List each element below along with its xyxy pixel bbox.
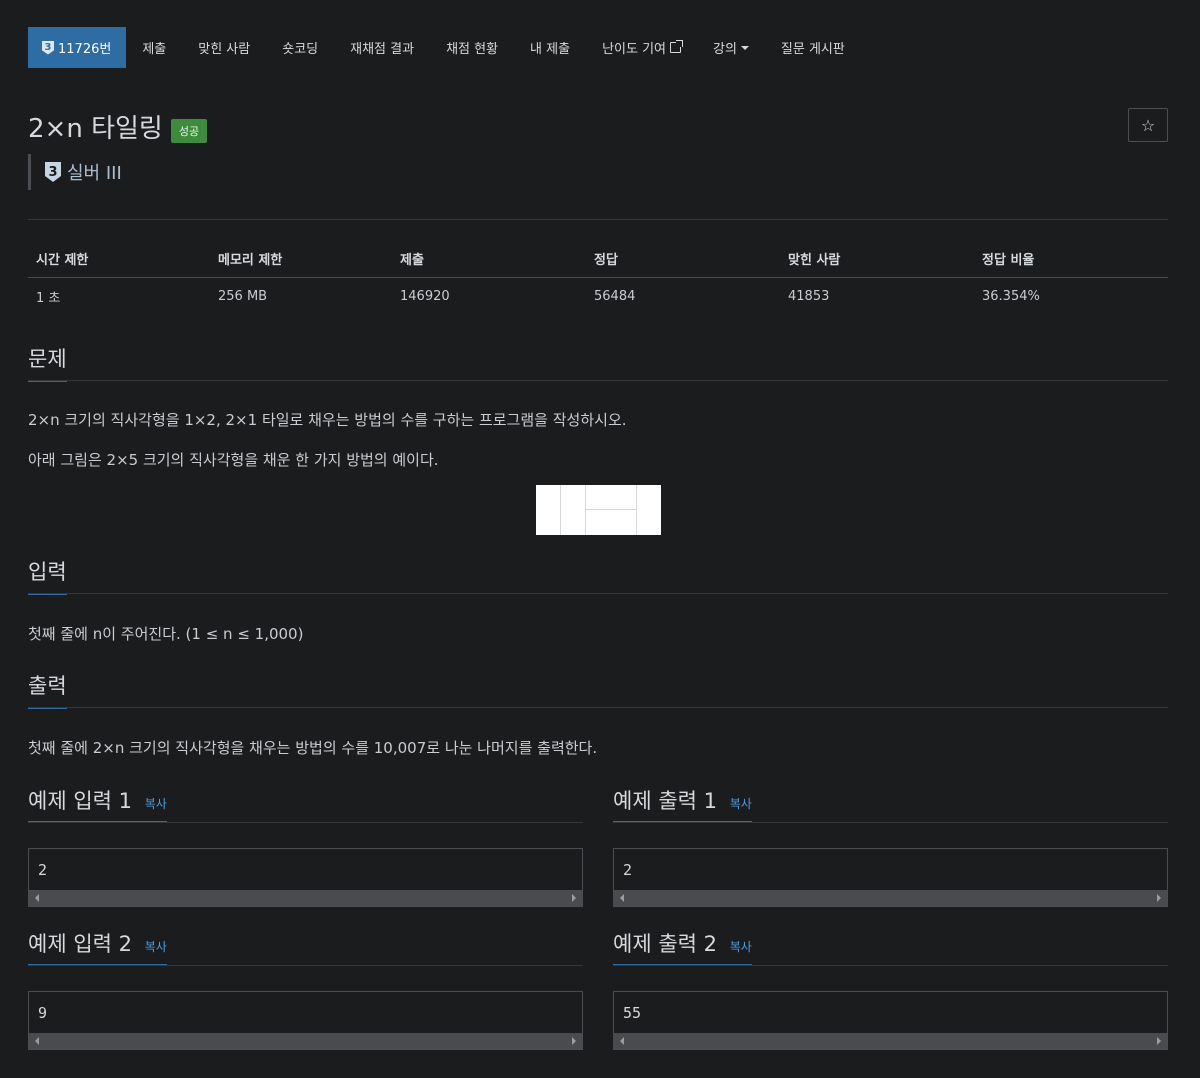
section-title: 문제 <box>28 343 67 382</box>
sample-value: 9 <box>38 1004 48 1022</box>
divider <box>613 965 1168 966</box>
sample-title-text: 예제 출력 1 <box>613 789 717 813</box>
problem-tier: 3 실버 III <box>28 154 122 190</box>
table-header: 정답 비율 <box>974 240 1168 278</box>
nav-solved-users[interactable]: 맞힌 사람 <box>182 27 266 68</box>
nav-problem-number-label: 11726번 <box>58 42 112 57</box>
input-description: 첫째 줄에 n이 주어진다. (1 ≤ n ≤ 1,000) <box>28 625 304 643</box>
sample-input-2-box[interactable]: 9 <box>28 991 583 1050</box>
nav-my-submissions[interactable]: 내 제출 <box>514 27 586 68</box>
sample-input-1-header: 예제 입력 1 복사 <box>28 785 583 823</box>
section-title: 출력 <box>28 670 67 709</box>
table-header: 제출 <box>392 240 586 278</box>
arrow-left-icon[interactable] <box>620 894 624 902</box>
copy-button[interactable]: 복사 <box>730 940 752 954</box>
nav-difficulty-contribution[interactable]: 난이도 기여 <box>586 27 697 68</box>
arrow-right-icon[interactable] <box>572 1037 576 1045</box>
arrow-right-icon[interactable] <box>572 894 576 902</box>
nav-rejudge-results[interactable]: 재채점 결과 <box>334 27 430 68</box>
copy-button[interactable]: 복사 <box>145 940 167 954</box>
table-cell: 36.354% <box>982 289 1040 304</box>
sample-output-2-box[interactable]: 55 <box>613 991 1168 1050</box>
arrow-left-icon[interactable] <box>35 1037 39 1045</box>
table-cell: 146920 <box>400 289 450 304</box>
nav-problem-number[interactable]: 3 11726번 <box>28 27 127 68</box>
tier-label[interactable]: 실버 III <box>67 159 122 185</box>
sample-title: 예제 출력 2 복사 <box>613 928 752 966</box>
divider <box>613 822 1168 823</box>
table-cell: 41853 <box>788 289 830 304</box>
arrow-left-icon[interactable] <box>35 894 39 902</box>
sample-title-text: 예제 입력 1 <box>28 789 132 813</box>
arrow-left-icon[interactable] <box>620 1037 624 1045</box>
silver-tier-icon: 3 <box>45 162 61 182</box>
table-header-row: 시간 제한 메모리 제한 제출 정답 맞힌 사람 정답 비율 <box>28 240 1168 278</box>
nav-difficulty-label: 난이도 기여 <box>602 42 666 57</box>
problem-description: 2×n 크기의 직사각형을 1×2, 2×1 타일로 채우는 방법의 수를 구하… <box>28 411 627 429</box>
caret-down-icon <box>740 45 749 50</box>
copy-button[interactable]: 복사 <box>730 797 752 811</box>
divider <box>28 707 1168 708</box>
table-cell: 1 초 <box>36 291 61 306</box>
problem-description: 아래 그림은 2×5 크기의 직사각형을 채운 한 가지 방법의 예이다. <box>28 451 439 469</box>
sample-title: 예제 출력 1 복사 <box>613 785 752 823</box>
sample-output-1-box[interactable]: 2 <box>613 848 1168 907</box>
problem-section-header: 문제 <box>28 343 1168 382</box>
silver-tier-icon: 3 <box>42 40 54 55</box>
favorite-star-button[interactable]: ☆ <box>1128 108 1168 142</box>
arrow-right-icon[interactable] <box>1157 894 1161 902</box>
horizontal-scrollbar[interactable] <box>29 890 582 906</box>
sample-title: 예제 입력 2 복사 <box>28 928 167 966</box>
table-cell: 56484 <box>594 289 636 304</box>
nav-status[interactable]: 채점 현황 <box>430 27 514 68</box>
nav-lectures-label: 강의 <box>713 42 737 57</box>
horizontal-scrollbar[interactable] <box>614 1033 1167 1049</box>
nav-short-coding[interactable]: 숏코딩 <box>266 27 334 68</box>
output-description: 첫째 줄에 2×n 크기의 직사각형을 채우는 방법의 수를 10,007로 나… <box>28 739 598 757</box>
table-header: 정답 <box>586 240 780 278</box>
output-section-header: 출력 <box>28 670 1168 709</box>
problem-nav: 3 11726번 제출 맞힌 사람 숏코딩 재채점 결과 채점 현황 내 제출 … <box>28 27 861 68</box>
table-header: 맞힌 사람 <box>780 240 974 278</box>
nav-lectures-dropdown[interactable]: 강의 <box>697 27 765 68</box>
problem-info-table: 시간 제한 메모리 제한 제출 정답 맞힌 사람 정답 비율 1 초 256 M… <box>28 240 1168 315</box>
sample-output-2-header: 예제 출력 2 복사 <box>613 928 1168 966</box>
table-header: 시간 제한 <box>28 240 210 278</box>
arrow-right-icon[interactable] <box>1157 1037 1161 1045</box>
external-link-icon <box>670 40 683 53</box>
nav-question-board[interactable]: 질문 게시판 <box>765 27 861 68</box>
divider <box>28 822 583 823</box>
sample-output-1-header: 예제 출력 1 복사 <box>613 785 1168 823</box>
horizontal-scrollbar[interactable] <box>29 1033 582 1049</box>
problem-title: 2×n 타일링 <box>28 114 163 144</box>
star-icon: ☆ <box>1140 115 1156 135</box>
tiling-example-image <box>536 485 661 535</box>
copy-button[interactable]: 복사 <box>145 797 167 811</box>
sample-title-text: 예제 출력 2 <box>613 932 717 956</box>
sample-title-text: 예제 입력 2 <box>28 932 132 956</box>
table-row: 1 초 256 MB 146920 56484 41853 36.354% <box>28 278 1168 316</box>
tile-border <box>585 509 636 510</box>
title-row: 2×n 타일링 성공 <box>28 108 208 145</box>
tile-border <box>560 485 561 535</box>
sample-input-1-box[interactable]: 2 <box>28 848 583 907</box>
section-title: 입력 <box>28 556 67 595</box>
sample-value: 55 <box>623 1004 642 1022</box>
table-cell: 256 MB <box>218 289 268 304</box>
sample-input-2-header: 예제 입력 2 복사 <box>28 928 583 966</box>
divider <box>28 965 583 966</box>
sample-value: 2 <box>38 861 48 879</box>
horizontal-scrollbar[interactable] <box>614 890 1167 906</box>
divider <box>28 380 1168 381</box>
input-section-header: 입력 <box>28 556 1168 595</box>
sample-value: 2 <box>623 861 633 879</box>
divider <box>28 219 1168 220</box>
nav-submit[interactable]: 제출 <box>126 27 182 68</box>
tile-border <box>636 485 637 535</box>
table-header: 메모리 제한 <box>210 240 392 278</box>
tile-border <box>585 485 586 535</box>
status-badge: 성공 <box>170 118 208 143</box>
sample-title: 예제 입력 1 복사 <box>28 785 167 823</box>
divider <box>28 593 1168 594</box>
